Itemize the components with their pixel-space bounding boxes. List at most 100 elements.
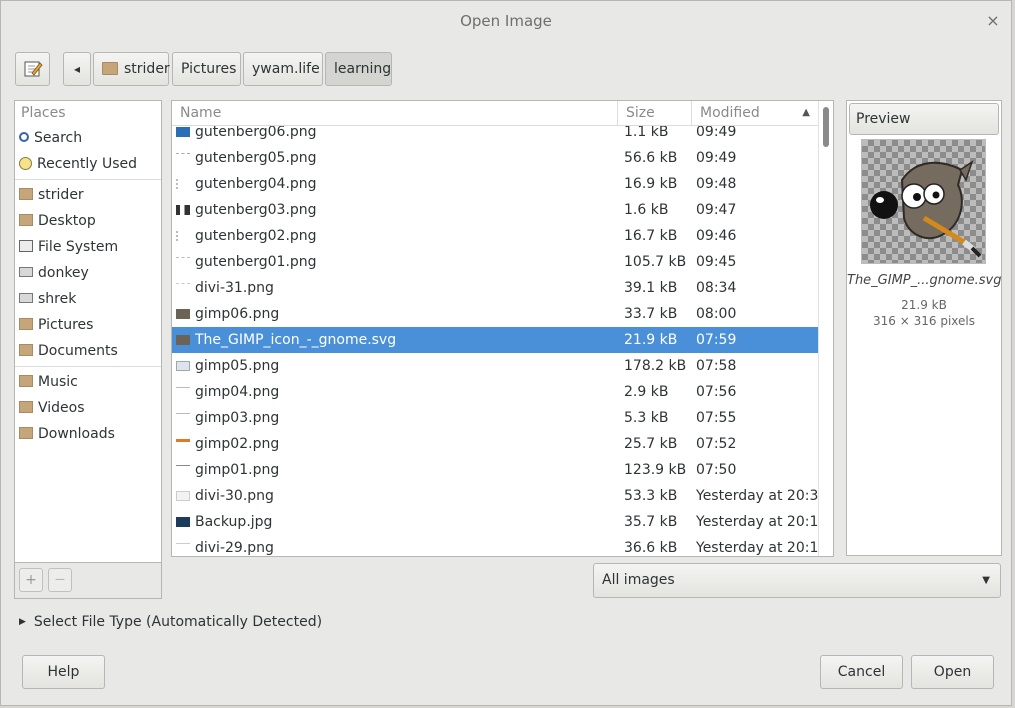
filetype-label: Select File Type (Automatically Detected…: [33, 614, 323, 630]
file-name: The_GIMP_icon_-_gnome.svg: [195, 332, 397, 348]
breadcrumb-ywam-life[interactable]: ywam.life: [243, 52, 323, 86]
column-name[interactable]: Name: [172, 101, 618, 125]
file-thumbnail-icon: [176, 465, 190, 475]
places-divider: [15, 366, 161, 367]
place-label: Search: [34, 130, 83, 146]
pencil-edit-icon: [24, 61, 43, 77]
place-label: donkey: [38, 265, 89, 281]
back-button[interactable]: ◂: [63, 52, 91, 86]
open-button[interactable]: Open: [911, 655, 994, 689]
breadcrumb-learning[interactable]: learning: [325, 52, 392, 86]
column-modified-label: Modified: [700, 105, 760, 121]
file-thumbnail-icon: [176, 543, 190, 553]
file-thumbnail-icon: [176, 517, 190, 527]
folder-icon: [19, 214, 33, 226]
places-divider: [15, 179, 161, 180]
file-modified: 07:59: [696, 332, 737, 348]
drive-icon: [19, 267, 33, 277]
file-filter-dropdown[interactable]: All images ▼: [593, 563, 1001, 598]
file-rows: gutenberg06.png 1.1 kB 09:49 gutenberg05.pn…: [172, 119, 827, 556]
table-row[interactable]: divi-31.png 39.1 kB 08:34: [172, 275, 820, 301]
close-icon[interactable]: ×: [983, 11, 1003, 31]
cancel-button[interactable]: Cancel: [820, 655, 903, 689]
file-name: gutenberg02.png: [195, 228, 317, 244]
place-label: Desktop: [38, 213, 96, 229]
filter-selected-value: All images: [602, 572, 675, 588]
file-name: gimp03.png: [195, 410, 280, 426]
preview-button[interactable]: Preview: [849, 103, 999, 135]
place-file-system[interactable]: File System: [15, 234, 161, 260]
file-thumbnail-icon: [176, 361, 190, 371]
file-thumbnail-icon: [176, 179, 190, 189]
folder-icon: [19, 188, 33, 200]
places-footer: + —: [14, 563, 162, 599]
file-thumbnail-icon: [176, 387, 190, 397]
table-row[interactable]: gutenberg05.png 56.6 kB 09:49: [172, 145, 820, 171]
edit-location-button[interactable]: [15, 52, 50, 86]
table-row[interactable]: gimp01.png 123.9 kB 07:50: [172, 457, 820, 483]
column-size[interactable]: Size: [618, 101, 692, 125]
file-modified: Yesterday at 20:19: [696, 514, 828, 530]
breadcrumb-strider[interactable]: strider: [93, 52, 170, 86]
table-row[interactable]: divi-29.png 36.6 kB Yesterday at 20:16: [172, 535, 827, 556]
file-thumbnail-icon: [176, 335, 190, 345]
file-name: gimp04.png: [195, 384, 280, 400]
table-row-selected[interactable]: The_GIMP_icon_-_gnome.svg 21.9 kB 07:59: [172, 327, 820, 353]
vertical-scrollbar[interactable]: [818, 101, 833, 556]
table-row[interactable]: gutenberg02.png 16.7 kB 09:46: [172, 223, 820, 249]
file-name: divi-29.png: [195, 540, 274, 556]
file-size: 2.9 kB: [624, 384, 669, 400]
place-recently-used[interactable]: Recently Used: [15, 151, 161, 177]
file-modified: 08:34: [696, 280, 737, 296]
file-thumbnail-icon: [176, 491, 190, 501]
places-sidebar: Places Search Recently Used strider Desk…: [14, 100, 162, 563]
place-strider[interactable]: strider: [15, 182, 161, 208]
file-modified: Yesterday at 20:16: [696, 540, 828, 556]
file-size: 39.1 kB: [624, 280, 678, 296]
file-modified: 09:48: [696, 176, 737, 192]
table-row[interactable]: divi-30.png 53.3 kB Yesterday at 20:30: [172, 483, 827, 509]
file-size: 35.7 kB: [624, 514, 678, 530]
place-donkey[interactable]: donkey: [15, 260, 161, 286]
file-thumbnail-icon: [176, 257, 190, 267]
place-label: Videos: [38, 400, 85, 416]
table-row[interactable]: gimp02.png 25.7 kB 07:52: [172, 431, 820, 457]
table-row[interactable]: gutenberg01.png 105.7 kB 09:45: [172, 249, 820, 275]
help-button[interactable]: Help: [22, 655, 105, 689]
preview-dimensions: 316 × 316 pixels: [873, 314, 975, 328]
table-row[interactable]: gimp05.png 178.2 kB 07:58: [172, 353, 820, 379]
scrollbar-thumb[interactable]: [823, 107, 829, 147]
table-row[interactable]: Backup.jpg 35.7 kB Yesterday at 20:19: [172, 509, 827, 535]
place-videos[interactable]: Videos: [15, 395, 161, 421]
preview-pane: Preview The_GIMP_...gnome.svg 21.9 kB 31…: [846, 100, 1002, 556]
file-size: 56.6 kB: [624, 150, 678, 166]
file-size: 123.9 kB: [624, 462, 687, 478]
preview-thumbnail: [861, 139, 986, 264]
place-documents[interactable]: Documents: [15, 338, 161, 364]
file-size: 36.6 kB: [624, 540, 678, 556]
place-pictures[interactable]: Pictures: [15, 312, 161, 338]
place-label: Recently Used: [37, 156, 138, 172]
table-row[interactable]: gimp04.png 2.9 kB 07:56: [172, 379, 820, 405]
select-file-type-expander[interactable]: ▶ Select File Type (Automatically Detecte…: [19, 612, 322, 632]
place-shrek[interactable]: shrek: [15, 286, 161, 312]
add-bookmark-button[interactable]: +: [19, 568, 43, 592]
file-modified: 09:45: [696, 254, 737, 270]
place-music[interactable]: Music: [15, 369, 161, 395]
place-downloads[interactable]: Downloads: [15, 421, 161, 447]
remove-bookmark-button[interactable]: —: [48, 568, 72, 592]
table-row[interactable]: gutenberg04.png 16.9 kB 09:48: [172, 171, 820, 197]
breadcrumb-pictures[interactable]: Pictures: [172, 52, 241, 86]
file-size: 16.9 kB: [624, 176, 678, 192]
place-search[interactable]: Search: [15, 125, 161, 151]
column-modified[interactable]: Modified ▲: [692, 101, 820, 125]
file-size: 33.7 kB: [624, 306, 678, 322]
file-name: divi-30.png: [195, 488, 274, 504]
folder-icon: [19, 344, 33, 356]
table-row[interactable]: gutenberg03.png 1.6 kB 09:47: [172, 197, 820, 223]
table-row[interactable]: gimp06.png 33.7 kB 08:00: [172, 301, 820, 327]
file-size: 16.7 kB: [624, 228, 678, 244]
place-desktop[interactable]: Desktop: [15, 208, 161, 234]
table-row[interactable]: gimp03.png 5.3 kB 07:55: [172, 405, 820, 431]
breadcrumb-label: strider: [124, 61, 170, 77]
